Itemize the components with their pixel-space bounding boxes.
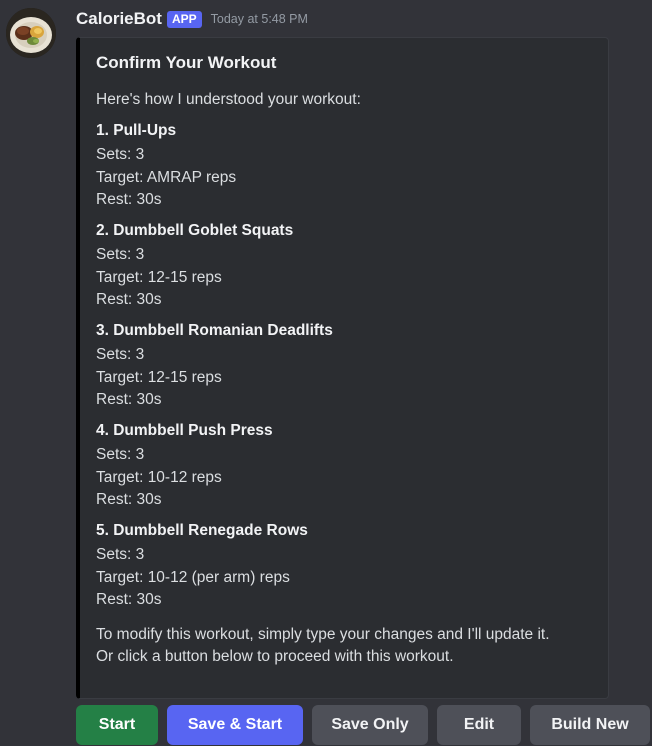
- save-and-start-button[interactable]: Save & Start: [167, 705, 303, 745]
- exercise-target: Target: AMRAP reps: [96, 168, 237, 186]
- embed-description: Here's how I understood your workout: 1.…: [96, 89, 596, 669]
- message-header: CalorieBot APP Today at 5:48 PM: [76, 7, 308, 31]
- exercise-item: 1. Pull-Ups Sets: 3 Target: AMRAP reps R…: [96, 120, 596, 212]
- exercise-sets: Sets: 3: [96, 146, 145, 163]
- exercise-name: 1. Pull-Ups: [96, 121, 177, 139]
- exercise-item: 5. Dumbbell Renegade Rows Sets: 3 Target…: [96, 520, 596, 612]
- exercise-name: 2. Dumbbell Goblet Squats: [96, 221, 294, 239]
- embed-content: Confirm Your Workout Here's how I unders…: [96, 52, 596, 669]
- exercise-rest: Rest: 30s: [96, 291, 162, 308]
- edit-button[interactable]: Edit: [437, 705, 521, 745]
- start-button[interactable]: Start: [76, 705, 158, 745]
- exercise-sets: Sets: 3: [96, 546, 145, 563]
- exercise-rest: Rest: 30s: [96, 591, 162, 608]
- save-only-button[interactable]: Save Only: [312, 705, 428, 745]
- action-row: Start Save & Start Save Only Edit Build …: [76, 705, 650, 745]
- footer-line: To modify this workout, simply type your…: [96, 625, 550, 643]
- exercise-item: 3. Dumbbell Romanian Deadlifts Sets: 3 T…: [96, 320, 596, 412]
- exercise-name: 4. Dumbbell Push Press: [96, 421, 273, 439]
- exercise-target: Target: 10-12 (per arm) reps: [96, 568, 290, 586]
- app-badge: APP: [166, 10, 202, 28]
- exercise-sets: Sets: 3: [96, 246, 145, 263]
- exercise-item: 4. Dumbbell Push Press Sets: 3 Target: 1…: [96, 420, 596, 512]
- chat-message: CalorieBot APP Today at 5:48 PM Confirm …: [0, 0, 652, 746]
- exercise-name: 5. Dumbbell Renegade Rows: [96, 521, 308, 539]
- exercise-target: Target: 12-15 reps: [96, 268, 222, 286]
- exercise-rest: Rest: 30s: [96, 391, 162, 408]
- exercise-target: Target: 10-12 reps: [96, 468, 222, 486]
- exercise-sets: Sets: 3: [96, 446, 145, 463]
- embed-footer-text: To modify this workout, simply type your…: [96, 624, 596, 669]
- footer-line: Or click a button below to proceed with …: [96, 648, 454, 665]
- workout-embed: Confirm Your Workout Here's how I unders…: [76, 37, 609, 699]
- username[interactable]: CalorieBot: [76, 9, 162, 29]
- intro-text: Here's how I understood your workout:: [96, 91, 361, 108]
- exercise-item: 2. Dumbbell Goblet Squats Sets: 3 Target…: [96, 220, 596, 312]
- timestamp: Today at 5:48 PM: [210, 12, 308, 26]
- food-plate-icon: [6, 8, 56, 58]
- exercise-name: 3. Dumbbell Romanian Deadlifts: [96, 321, 333, 339]
- exercise-sets: Sets: 3: [96, 346, 145, 363]
- exercise-target: Target: 12-15 reps: [96, 368, 222, 386]
- exercise-rest: Rest: 30s: [96, 491, 162, 508]
- embed-title: Confirm Your Workout: [96, 53, 277, 72]
- exercise-rest: Rest: 30s: [96, 191, 162, 208]
- build-new-button[interactable]: Build New: [530, 705, 650, 745]
- bot-avatar[interactable]: [6, 8, 56, 58]
